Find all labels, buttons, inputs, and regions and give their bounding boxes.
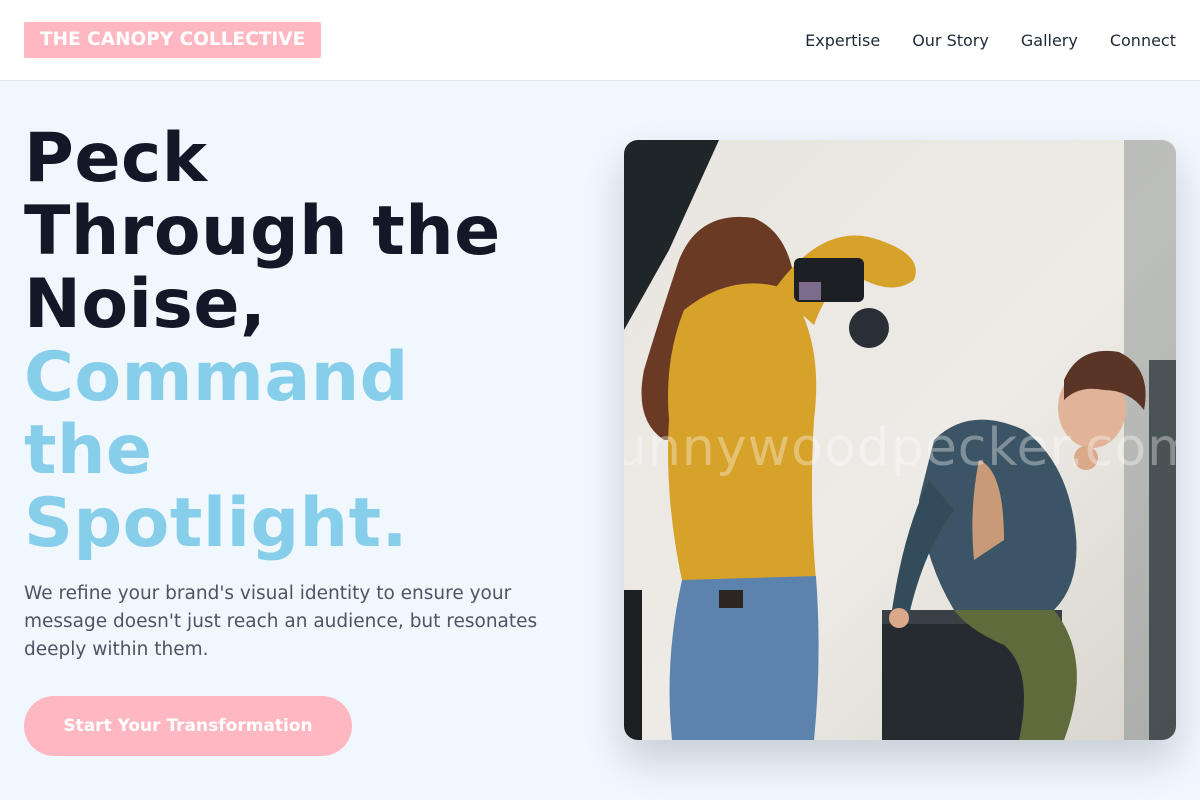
- brand-logo[interactable]: THE CANOPY COLLECTIVE: [24, 22, 322, 58]
- hero-subtext: We refine your brand's visual identity t…: [24, 583, 538, 660]
- nav-link-our-story[interactable]: Our Story: [912, 31, 989, 50]
- headline-accent-line-1: Command: [24, 338, 409, 417]
- main-nav: Expertise Our Story Gallery Connect: [805, 0, 1176, 80]
- start-transformation-button[interactable]: Start Your Transformation: [24, 696, 352, 756]
- site-header: THE CANOPY COLLECTIVE Expertise Our Stor…: [0, 0, 1200, 81]
- headline-accent-line-3: Spotlight.: [24, 484, 408, 563]
- headline-line-2: Through the: [24, 192, 501, 271]
- headline-accent-line-2: the: [24, 411, 153, 490]
- hero-text: Peck Through the Noise, Command the Spot…: [24, 122, 584, 560]
- hero-headline: Peck Through the Noise, Command the Spot…: [24, 122, 584, 560]
- hero-photo: unnywoodpecker.com: [624, 140, 1176, 740]
- nav-link-gallery[interactable]: Gallery: [1021, 31, 1078, 50]
- headline-line-1: Peck: [24, 119, 208, 198]
- nav-link-connect[interactable]: Connect: [1110, 31, 1176, 50]
- nav-link-expertise[interactable]: Expertise: [805, 31, 880, 50]
- headline-line-3: Noise,: [24, 265, 267, 344]
- image-watermark: unnywoodpecker.com: [624, 418, 1176, 478]
